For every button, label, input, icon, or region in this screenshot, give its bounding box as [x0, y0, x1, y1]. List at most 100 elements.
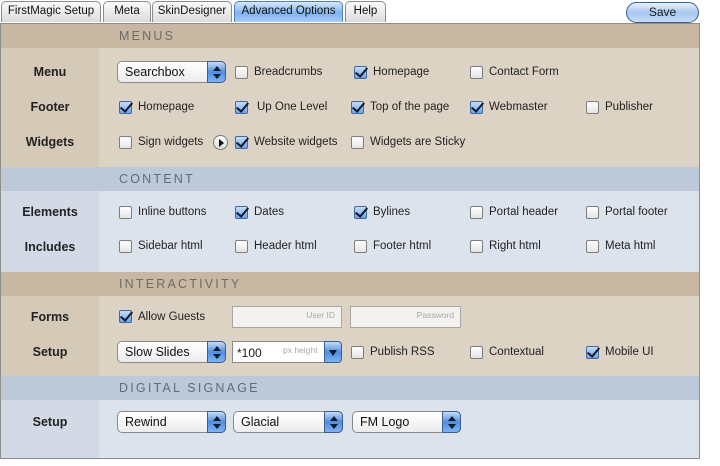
checkbox-top-of-page[interactable]: [351, 101, 364, 114]
label-allow-guests: Allow Guests: [138, 311, 206, 323]
transition-select[interactable]: Rewind: [117, 411, 226, 433]
chevron-updown-icon: [207, 341, 226, 363]
checkbox-footer-homepage[interactable]: [119, 101, 132, 114]
speed-value: Glacial: [241, 415, 280, 429]
label-column: [1, 400, 99, 458]
row-label-widgets: Widgets: [25, 135, 75, 149]
row-label-setup: Setup: [32, 345, 68, 359]
section-menus: Menu Searchbox Breadcrumbs Homepage Cont…: [1, 48, 699, 167]
userid-placeholder: User ID: [306, 310, 335, 320]
height-value: *100: [237, 346, 262, 360]
label-right-html: Right html: [489, 240, 541, 252]
label-contact-form: Contact Form: [489, 66, 559, 78]
checkbox-widgets-sticky[interactable]: [351, 136, 364, 149]
label-footer-homepage: Homepage: [138, 101, 195, 113]
checkbox-inline-buttons[interactable]: [119, 206, 132, 219]
section-header-menus: MENUS: [1, 24, 699, 48]
checkbox-dates[interactable]: [235, 206, 248, 219]
row-label-forms: Forms: [30, 310, 70, 324]
row-label-menu: Menu: [33, 65, 67, 79]
label-menu-homepage: Homepage: [373, 66, 430, 78]
height-combo[interactable]: *100 px height: [232, 341, 343, 363]
checkbox-menu-homepage[interactable]: [354, 66, 367, 79]
logo-value: FM Logo: [360, 415, 410, 429]
chevron-updown-icon: [207, 61, 226, 83]
checkbox-sign-widgets[interactable]: [119, 136, 132, 149]
chevron-down-icon[interactable]: [324, 341, 342, 363]
menu-select-value: Searchbox: [125, 65, 185, 79]
tab-help[interactable]: Help: [345, 1, 386, 22]
section-digital-signage: Setup Rewind Glacial FM Logo: [1, 400, 699, 458]
checkbox-webmaster[interactable]: [470, 101, 483, 114]
section-title-digital-signage: DIGITAL SIGNAGE: [119, 381, 260, 395]
speed-select[interactable]: Glacial: [233, 411, 343, 433]
checkbox-mobile-ui[interactable]: [586, 346, 599, 359]
checkbox-publisher[interactable]: [586, 101, 599, 114]
label-mobile-ui: Mobile UI: [605, 346, 654, 358]
checkbox-allow-guests[interactable]: [119, 310, 132, 323]
checkbox-website-widgets[interactable]: [235, 136, 248, 149]
label-top-of-page: Top of the page: [370, 101, 450, 113]
checkbox-breadcrumbs[interactable]: [235, 66, 248, 79]
height-placeholder: px height: [283, 345, 318, 355]
checkbox-contact-form[interactable]: [470, 66, 483, 79]
checkbox-footer-html[interactable]: [354, 240, 367, 253]
label-portal-header: Portal header: [489, 206, 559, 218]
tab-advanced-options[interactable]: Advanced Options: [234, 1, 343, 22]
section-title-interactivity: INTERACTIVITY: [119, 277, 242, 291]
label-website-widgets: Website widgets: [254, 136, 338, 148]
slides-speed-select[interactable]: Slow Slides: [117, 341, 226, 363]
userid-input[interactable]: User ID: [232, 306, 342, 328]
chevron-updown-icon: [207, 411, 226, 433]
tab-firstmagic-setup[interactable]: FirstMagic Setup: [1, 1, 101, 22]
advanced-options-panel: MENUS Menu Searchbox Breadcrumbs Homepag…: [0, 23, 700, 459]
menu-select[interactable]: Searchbox: [117, 61, 226, 83]
checkbox-sidebar-html[interactable]: [119, 240, 132, 253]
password-placeholder: Password: [416, 310, 454, 320]
tab-bar: FirstMagic Setup Meta SkinDesigner Advan…: [0, 0, 720, 24]
label-widgets-sticky: Widgets are Sticky: [370, 136, 466, 148]
height-input[interactable]: *100 px height: [232, 341, 325, 363]
label-footer-html: Footer html: [373, 240, 432, 252]
chevron-updown-icon: [324, 411, 343, 433]
checkbox-up-one-level[interactable]: [235, 101, 248, 114]
checkbox-meta-html[interactable]: [586, 240, 599, 253]
checkbox-right-html[interactable]: [470, 240, 483, 253]
label-contextual: Contextual: [489, 346, 544, 358]
password-input[interactable]: Password: [350, 306, 461, 328]
tab-meta[interactable]: Meta: [103, 1, 151, 22]
tab-skindesigner[interactable]: SkinDesigner: [152, 1, 232, 22]
disclosure-triangle-icon[interactable]: [213, 135, 228, 150]
checkbox-contextual[interactable]: [470, 346, 483, 359]
label-column: [1, 191, 99, 272]
row-label-footer: Footer: [30, 100, 70, 114]
row-label-elements: Elements: [22, 205, 78, 219]
checkbox-bylines[interactable]: [354, 206, 367, 219]
section-header-digital-signage: DIGITAL SIGNAGE: [1, 376, 699, 400]
checkbox-portal-footer[interactable]: [586, 206, 599, 219]
chevron-updown-icon: [442, 411, 461, 433]
label-publish-rss: Publish RSS: [370, 346, 435, 358]
checkbox-header-html[interactable]: [235, 240, 248, 253]
label-webmaster: Webmaster: [489, 101, 548, 113]
label-up-one-level: Up One Level: [257, 101, 328, 113]
checkbox-publish-rss[interactable]: [351, 346, 364, 359]
row-label-includes: Includes: [24, 240, 76, 254]
logo-select[interactable]: FM Logo: [352, 411, 461, 433]
label-breadcrumbs: Breadcrumbs: [254, 66, 323, 78]
section-header-interactivity: INTERACTIVITY: [1, 272, 699, 296]
label-publisher: Publisher: [605, 101, 653, 113]
label-header-html: Header html: [254, 240, 317, 252]
checkbox-portal-header[interactable]: [470, 206, 483, 219]
row-label-signage-setup: Setup: [32, 415, 68, 429]
section-title-content: CONTENT: [119, 172, 195, 186]
label-inline-buttons: Inline buttons: [138, 206, 207, 218]
section-interactivity: Forms Allow Guests User ID Password Setu…: [1, 296, 699, 376]
section-title-menus: MENUS: [119, 29, 176, 43]
label-dates: Dates: [254, 206, 285, 218]
save-button[interactable]: Save: [626, 2, 699, 23]
label-portal-footer: Portal footer: [605, 206, 668, 218]
slides-speed-value: Slow Slides: [125, 345, 190, 359]
label-sign-widgets: Sign widgets: [138, 136, 204, 148]
label-meta-html: Meta html: [605, 240, 656, 252]
